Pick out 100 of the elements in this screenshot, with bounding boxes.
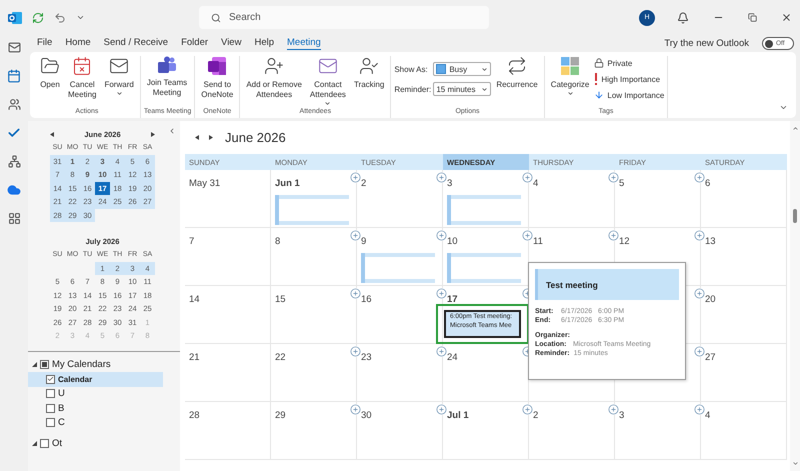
day-number: 20 [705, 294, 716, 305]
network-icon[interactable] [8, 155, 20, 168]
calendar-group-label: My Calendars [52, 359, 111, 370]
reminder-dropdown[interactable]: 15 minutes [433, 82, 492, 96]
add-event-icon[interactable] [694, 288, 705, 299]
ribbon-button[interactable]: Add or Remove Attendees [243, 56, 305, 100]
menu-tab[interactable]: Send / Receive [104, 37, 168, 50]
calendar-checkbox[interactable] [46, 374, 55, 384]
ribbon-button[interactable]: Forward [101, 56, 137, 97]
calendar-checkbox[interactable] [46, 389, 55, 398]
add-event-icon[interactable] [608, 172, 619, 183]
ribbon-button[interactable]: Categorize [548, 56, 592, 97]
tag-option[interactable]: Low Importance [607, 90, 664, 100]
day-number: 4 [705, 410, 710, 421]
group-checkbox[interactable] [40, 438, 49, 448]
sync-icon[interactable] [32, 12, 44, 24]
caret-icon [566, 90, 574, 97]
add-event-icon[interactable] [436, 288, 447, 299]
add-event-icon[interactable] [350, 230, 361, 241]
tag-option[interactable]: High Importance [601, 74, 660, 84]
onenote-icon [207, 56, 228, 76]
ribbon-button[interactable]: Join Teams Meeting [144, 56, 190, 98]
menu-tab[interactable]: Meeting [287, 37, 321, 50]
calendar-list-item[interactable]: Calendar [28, 372, 163, 386]
ribbon-button[interactable]: Open [37, 56, 63, 90]
ribbon-button[interactable]: Send to OneNote [198, 56, 236, 100]
add-event-icon[interactable] [694, 346, 705, 357]
next-month-arrow[interactable] [150, 132, 155, 136]
add-event-icon[interactable] [350, 288, 361, 299]
calendar-title: June 2026 [225, 130, 286, 145]
day-number: 12 [619, 236, 630, 247]
ribbon-button[interactable]: Tracking [350, 56, 388, 90]
scroll-down-icon[interactable] [792, 460, 798, 467]
calendar-list-item[interactable]: B [28, 401, 163, 416]
apps-icon[interactable] [8, 212, 20, 225]
people-icon[interactable] [8, 98, 20, 111]
menu-tab[interactable]: Folder [181, 37, 208, 50]
menu-tab[interactable]: File [37, 37, 52, 50]
caret-icon [116, 90, 123, 97]
add-event-icon[interactable] [608, 230, 619, 241]
menu-tab[interactable]: Home [65, 37, 91, 50]
show-as-dropdown[interactable]: Busy [433, 62, 492, 76]
menu-tab[interactable]: View [221, 37, 242, 50]
add-event-icon[interactable] [522, 172, 533, 183]
outlook-icon [8, 10, 22, 24]
expand-arrow[interactable] [32, 362, 37, 368]
restore-icon[interactable] [748, 13, 757, 22]
ribbon-button[interactable]: Recurrence [493, 56, 541, 90]
menu-tab[interactable]: Help [254, 37, 274, 50]
group-checkbox[interactable] [40, 360, 49, 370]
scroll-thumb[interactable] [793, 209, 797, 223]
calendar-checkbox[interactable] [46, 404, 55, 413]
ribbon-button[interactable]: Cancel Meeting [65, 56, 100, 100]
collapse-icon[interactable] [168, 127, 176, 135]
check-icon[interactable] [7, 126, 21, 140]
notification-icon[interactable] [677, 12, 689, 24]
calendar-list-item[interactable]: C [28, 416, 163, 430]
close-icon[interactable] [781, 12, 792, 23]
caret-icon [324, 100, 332, 107]
add-event-icon[interactable] [694, 230, 705, 241]
customize-caret-icon[interactable] [76, 13, 85, 22]
add-event-icon[interactable] [436, 230, 447, 241]
calendar-icon[interactable] [7, 69, 21, 83]
tag-option[interactable]: Private [607, 58, 632, 68]
mail-icon[interactable] [8, 41, 20, 54]
add-event-icon[interactable] [694, 172, 705, 183]
day-number: 16 [361, 294, 372, 305]
day-number: Jul 1 [447, 410, 469, 421]
previous-arrow[interactable] [195, 135, 200, 140]
cloud-icon[interactable] [7, 183, 21, 197]
calendar-cancel-icon [72, 56, 92, 76]
add-event-icon[interactable] [350, 404, 361, 415]
expand-arrow[interactable] [32, 440, 37, 446]
add-event-icon[interactable] [522, 404, 533, 415]
day-number: 21 [189, 352, 200, 363]
day-number: 3 [447, 178, 452, 189]
scroll-up-icon[interactable] [792, 125, 798, 132]
calendar-checkbox[interactable] [46, 418, 55, 428]
add-event-icon[interactable] [694, 404, 705, 415]
previous-month-arrow[interactable] [50, 132, 55, 136]
calendar-name: Calendar [58, 374, 92, 384]
calendar-list-item[interactable]: U [28, 386, 163, 401]
ribbon-button[interactable]: Contact Attendees [306, 56, 349, 107]
next-arrow[interactable] [208, 135, 213, 140]
undo-icon[interactable] [54, 12, 66, 24]
add-event-icon[interactable] [436, 404, 447, 415]
add-event-icon[interactable] [350, 346, 361, 357]
collapse-ribbon-icon[interactable] [779, 103, 788, 112]
add-event-icon[interactable] [350, 172, 361, 183]
add-event-icon[interactable] [522, 230, 533, 241]
day-number: 14 [189, 294, 200, 305]
teams-icon [156, 56, 177, 74]
add-event-icon[interactable] [436, 172, 447, 183]
day-number: 13 [705, 236, 716, 247]
search-field[interactable]: Search [199, 6, 489, 29]
exclamation-icon [594, 73, 598, 85]
add-event-icon[interactable] [608, 404, 619, 415]
arrow-down-icon [594, 90, 604, 100]
new-outlook-label: Try the new Outlook [664, 38, 749, 49]
add-event-icon[interactable] [436, 346, 447, 357]
